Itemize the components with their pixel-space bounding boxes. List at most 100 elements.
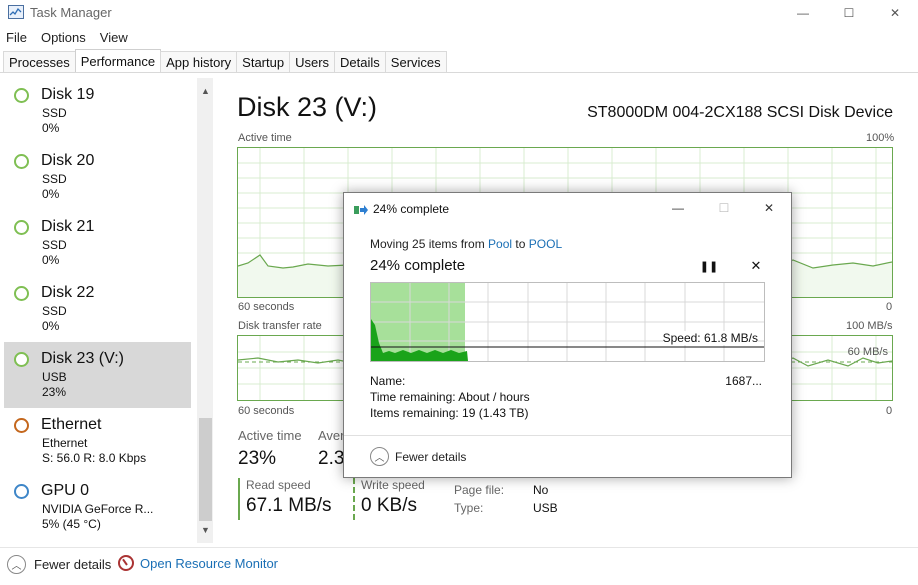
active-time-max-label: 100% [866,132,895,144]
sidebar-item-ethernet[interactable]: Ethernet Ethernet S: 56.0 R: 8.0 Kbps [4,408,191,474]
sidebar-item-gpu-0[interactable]: GPU 0 NVIDIA GeForce R... 5% (45 °C) [4,474,191,540]
sidebar-item-usage: S: 56.0 R: 8.0 Kbps [42,451,147,465]
sidebar-item-name: GPU 0 [41,482,90,499]
sidebar-item-type: NVIDIA GeForce R... [42,502,154,516]
page-file-value: No [533,483,549,497]
copy-progress-dialog: 24% complete — ☐ ✕ Moving 25 items from … [343,192,792,478]
page-title: Disk 23 (V:) [237,92,378,122]
cancel-button[interactable]: ✕ [747,257,765,275]
transfer-rate-x-right: 0 [886,405,893,417]
sidebar-item-name: Disk 22 [41,284,95,301]
moving-summary: Moving 25 items from Pool to POOL [370,237,562,251]
sidebar-item-usage: 23% [42,385,67,399]
tab-app-history[interactable]: App history [160,51,238,72]
menu-file[interactable]: File [0,28,33,48]
read-speed-block: Read speed 67.1 MB/s [238,478,332,520]
menu-bar: File Options View [0,28,136,48]
name-value: 1687... [725,374,762,388]
status-circle-icon [14,154,29,169]
name-label: Name: [370,374,406,388]
destination-folder-link[interactable]: POOL [529,237,562,251]
footer-divider [0,547,918,548]
scroll-up-icon[interactable]: ▲ [197,84,213,98]
status-circle-icon [14,484,29,499]
status-circle-icon [14,220,29,235]
sidebar-item-usage: 5% (45 °C) [42,517,101,531]
tab-processes[interactable]: Processes [3,51,76,72]
scroll-down-icon[interactable]: ▼ [197,523,213,537]
transfer-speed-graph: Speed: 61.8 MB/s [370,282,765,362]
sidebar-item-name: Disk 20 [41,152,95,169]
transfer-speed: Speed: 61.8 MB/s [662,331,758,345]
sidebar-item-name: Disk 19 [41,86,95,103]
tab-divider [0,72,918,73]
sidebar-item-name: Disk 23 (V:) [41,350,124,367]
type-value: USB [533,501,558,515]
open-resource-monitor-label: Open Resource Monitor [140,555,279,571]
source-folder-link[interactable]: Pool [488,237,512,251]
device-name: ST8000DM 004-2CX188 SCSI Disk Device [587,104,893,121]
close-icon: ✕ [750,258,762,273]
title-bar: Task Manager — ☐ ✕ [0,0,918,26]
read-speed-label: Read speed [246,478,311,492]
fewer-details-label: Fewer details [34,557,112,572]
sidebar-item-usage: 0% [42,187,60,201]
active-time-stat-label: Active time [238,428,302,443]
sidebar-item-usage: 0% [42,253,60,267]
read-speed-value: 67.1 MB/s [246,495,332,516]
avg-response-value: 2.3 [318,448,345,469]
moving-prefix: Moving 25 items from [370,237,489,251]
tab-users[interactable]: Users [289,51,336,72]
menu-options[interactable]: Options [35,28,92,48]
dialog-close-button[interactable]: ✕ [746,193,792,223]
fewer-details-button[interactable]: ︿ Fewer details [7,555,111,574]
time-remaining: Time remaining: About / hours [370,390,530,404]
sidebar-item-name: Disk 21 [41,218,95,235]
close-button[interactable]: ✕ [872,0,918,26]
sidebar-item-disk-22[interactable]: Disk 22 SSD 0% [4,276,191,342]
sidebar-item-type: SSD [42,304,67,318]
window-title: Task Manager [30,5,112,20]
sidebar-item-disk-19[interactable]: Disk 19 SSD 0% [4,78,191,144]
minimize-icon: — [672,201,684,215]
tab-services[interactable]: Services [384,51,447,72]
minimize-icon: — [797,6,809,20]
maximize-button[interactable]: ☐ [826,0,872,26]
sidebar-scrollbar[interactable]: ▲ ▼ [197,78,213,543]
dialog-divider [344,435,791,436]
open-resource-monitor-link[interactable]: Open Resource Monitor [118,555,278,571]
avg-response-label: Aver [318,428,345,443]
pause-button[interactable]: ❚❚ [700,257,718,275]
sidebar-item-disk-21[interactable]: Disk 21 SSD 0% [4,210,191,276]
transfer-rate-mid-label: 60 MB/s [847,346,888,358]
tab-performance[interactable]: Performance [74,49,162,72]
sidebar-item-disk-20[interactable]: Disk 20 SSD 0% [4,144,191,210]
sidebar-item-usage: 0% [42,319,60,333]
tab-startup[interactable]: Startup [236,51,291,72]
dialog-fewer-details-button[interactable]: ︿ Fewer details [370,447,466,466]
scroll-thumb[interactable] [199,418,212,521]
sidebar-item-disk-23[interactable]: Disk 23 (V:) USB 23% [4,342,191,408]
progress-percent: 24% complete [370,257,466,274]
type-label: Type: [454,501,484,515]
active-time-label: Active time [238,132,292,144]
active-time-x-right: 0 [886,301,893,313]
status-circle-icon [14,352,29,367]
sidebar-item-usage: 0% [42,121,60,135]
resource-monitor-icon [118,555,134,571]
active-time-stat-value: 23% [238,448,277,469]
menu-view[interactable]: View [94,28,134,48]
tab-details[interactable]: Details [334,51,386,72]
sidebar-item-type: SSD [42,238,67,252]
items-remaining: Items remaining: 19 (1.43 TB) [370,406,529,420]
sidebar-item-type: USB [42,370,67,384]
pause-icon: ❚❚ [699,260,719,273]
close-icon: ✕ [763,201,775,215]
tab-strip: Processes Performance App history Startu… [3,49,447,73]
dialog-maximize-button: ☐ [701,193,747,223]
dialog-minimize-button[interactable]: — [655,193,701,223]
chevron-up-icon: ︿ [370,447,389,466]
transfer-rate-max-label: 100 MB/s [846,320,893,332]
minimize-button[interactable]: — [780,0,826,26]
moving-mid: to [512,237,529,251]
